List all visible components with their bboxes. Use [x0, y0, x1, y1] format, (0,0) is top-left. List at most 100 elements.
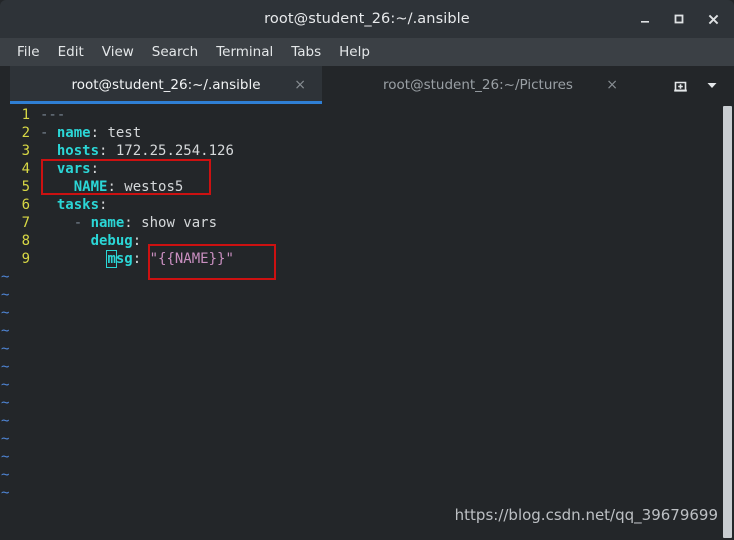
- empty-line-marker: ~: [1, 449, 10, 465]
- code-token: sg: [115, 251, 133, 267]
- new-tab-icon: [673, 81, 687, 92]
- empty-line-marker: ~: [1, 395, 10, 411]
- line-number: 1: [21, 107, 30, 123]
- tabbar-actions: [664, 66, 734, 104]
- line-text: msg: "{{NAME}}": [30, 250, 234, 268]
- close-icon: [708, 14, 718, 24]
- line-text: vars:: [30, 160, 99, 178]
- code-token: westos5: [124, 179, 184, 195]
- scrollbar-thumb[interactable]: [723, 106, 732, 538]
- line-text: hosts: 172.25.254.126: [30, 142, 234, 160]
- empty-line-marker: ~: [1, 377, 10, 393]
- code-token: :: [107, 179, 125, 195]
- editor-line: 6 tasks:: [0, 196, 734, 214]
- tab-pictures-close-icon[interactable]: ×: [606, 78, 618, 92]
- code-token: tasks: [56, 197, 100, 213]
- editor-line: 9 msg: "{{NAME}}": [0, 250, 734, 268]
- tab-ansible-label: root@student_26:~/.ansible: [71, 77, 261, 93]
- menu-item-terminal[interactable]: Terminal: [207, 42, 282, 62]
- code-token: :: [124, 215, 142, 231]
- tab-pictures-label: root@student_26:~/Pictures: [383, 77, 573, 93]
- editor-empty-lines: ~ ~ ~ ~ ~ ~ ~ ~ ~ ~ ~ ~ ~: [0, 268, 9, 502]
- code-token: name: [90, 215, 125, 231]
- empty-line-marker: ~: [1, 305, 10, 321]
- editor-lines: 1 --- 2- name: test 3 hosts: 172.25.254.126…: [0, 106, 734, 268]
- terminal-content[interactable]: 1 --- 2- name: test 3 hosts: 172.25.254.126…: [0, 104, 734, 540]
- terminal-window: root@student_26:~/.ansible File Edit Vie…: [0, 0, 734, 540]
- minimize-button[interactable]: [628, 0, 662, 38]
- window-title: root@student_26:~/.ansible: [264, 11, 470, 27]
- menu-item-search[interactable]: Search: [143, 42, 207, 62]
- code-token: show vars: [141, 215, 218, 231]
- maximize-icon: [674, 14, 684, 24]
- line-number: 8: [21, 233, 30, 249]
- line-text: NAME: westos5: [30, 178, 184, 196]
- line-number: 4: [21, 161, 30, 177]
- empty-line-marker: ~: [1, 341, 10, 357]
- editor-line: 2- name: test: [0, 124, 734, 142]
- editor-line: 4 vars:: [0, 160, 734, 178]
- code-token: ---: [40, 107, 66, 123]
- vertical-scrollbar[interactable]: [721, 104, 734, 540]
- line-number: 6: [21, 197, 30, 213]
- empty-line-marker: ~: [1, 413, 10, 429]
- code-token: :: [90, 125, 108, 141]
- titlebar: root@student_26:~/.ansible: [0, 0, 734, 38]
- text-cursor: m: [106, 250, 117, 268]
- code-token: :: [132, 251, 150, 267]
- maximize-button[interactable]: [662, 0, 696, 38]
- code-token: -: [73, 215, 91, 231]
- tab-pictures[interactable]: root@student_26:~/Pictures ×: [322, 66, 634, 104]
- empty-line-marker: ~: [1, 359, 10, 375]
- vim-status-line: "test999.yml" 9L, 135C 9,9 All: [0, 518, 734, 540]
- editor-line: 8 debug:: [0, 232, 734, 250]
- window-controls: [628, 0, 730, 38]
- empty-line-marker: ~: [1, 323, 10, 339]
- tab-ansible-close-icon[interactable]: ×: [294, 78, 306, 92]
- tab-menu-button[interactable]: [696, 66, 728, 104]
- line-text: tasks:: [30, 196, 108, 214]
- line-text: ---: [30, 106, 65, 124]
- code-token: hosts: [56, 143, 100, 159]
- line-number: 2: [21, 125, 30, 141]
- code-token: -: [40, 125, 57, 141]
- code-token: vars: [56, 161, 91, 177]
- menu-item-tabs[interactable]: Tabs: [282, 42, 330, 62]
- line-number: 5: [21, 179, 30, 195]
- menu-item-help[interactable]: Help: [330, 42, 379, 62]
- chevron-down-icon: [707, 83, 717, 88]
- editor-line: 5 NAME: westos5: [0, 178, 734, 196]
- empty-line-marker: ~: [1, 431, 10, 447]
- code-token: :: [99, 197, 108, 213]
- code-token: :: [90, 161, 100, 177]
- line-number: 3: [21, 143, 30, 159]
- menu-item-file[interactable]: File: [8, 42, 49, 62]
- empty-line-marker: ~: [1, 269, 10, 285]
- empty-line-marker: ~: [1, 287, 10, 303]
- tabbar: root@student_26:~/.ansible × root@studen…: [0, 66, 734, 104]
- code-token: :: [132, 233, 142, 249]
- line-text: - name: test: [30, 124, 141, 142]
- menu-item-view[interactable]: View: [93, 42, 143, 62]
- menu-item-edit[interactable]: Edit: [49, 42, 93, 62]
- line-text: debug:: [30, 232, 142, 250]
- editor-line: 3 hosts: 172.25.254.126: [0, 142, 734, 160]
- line-text: - name: show vars: [30, 214, 217, 232]
- editor-line: 7 - name: show vars: [0, 214, 734, 232]
- menubar: File Edit View Search Terminal Tabs Help: [0, 38, 734, 66]
- code-token: NAME: [73, 179, 108, 195]
- line-number: 7: [21, 215, 30, 231]
- line-number: 9: [21, 251, 30, 267]
- new-tab-button[interactable]: [664, 66, 696, 104]
- code-token: debug: [90, 233, 133, 249]
- editor-line: 1 ---: [0, 106, 734, 124]
- close-button[interactable]: [696, 0, 730, 38]
- code-token: name: [56, 125, 91, 141]
- tab-ansible[interactable]: root@student_26:~/.ansible ×: [10, 66, 322, 104]
